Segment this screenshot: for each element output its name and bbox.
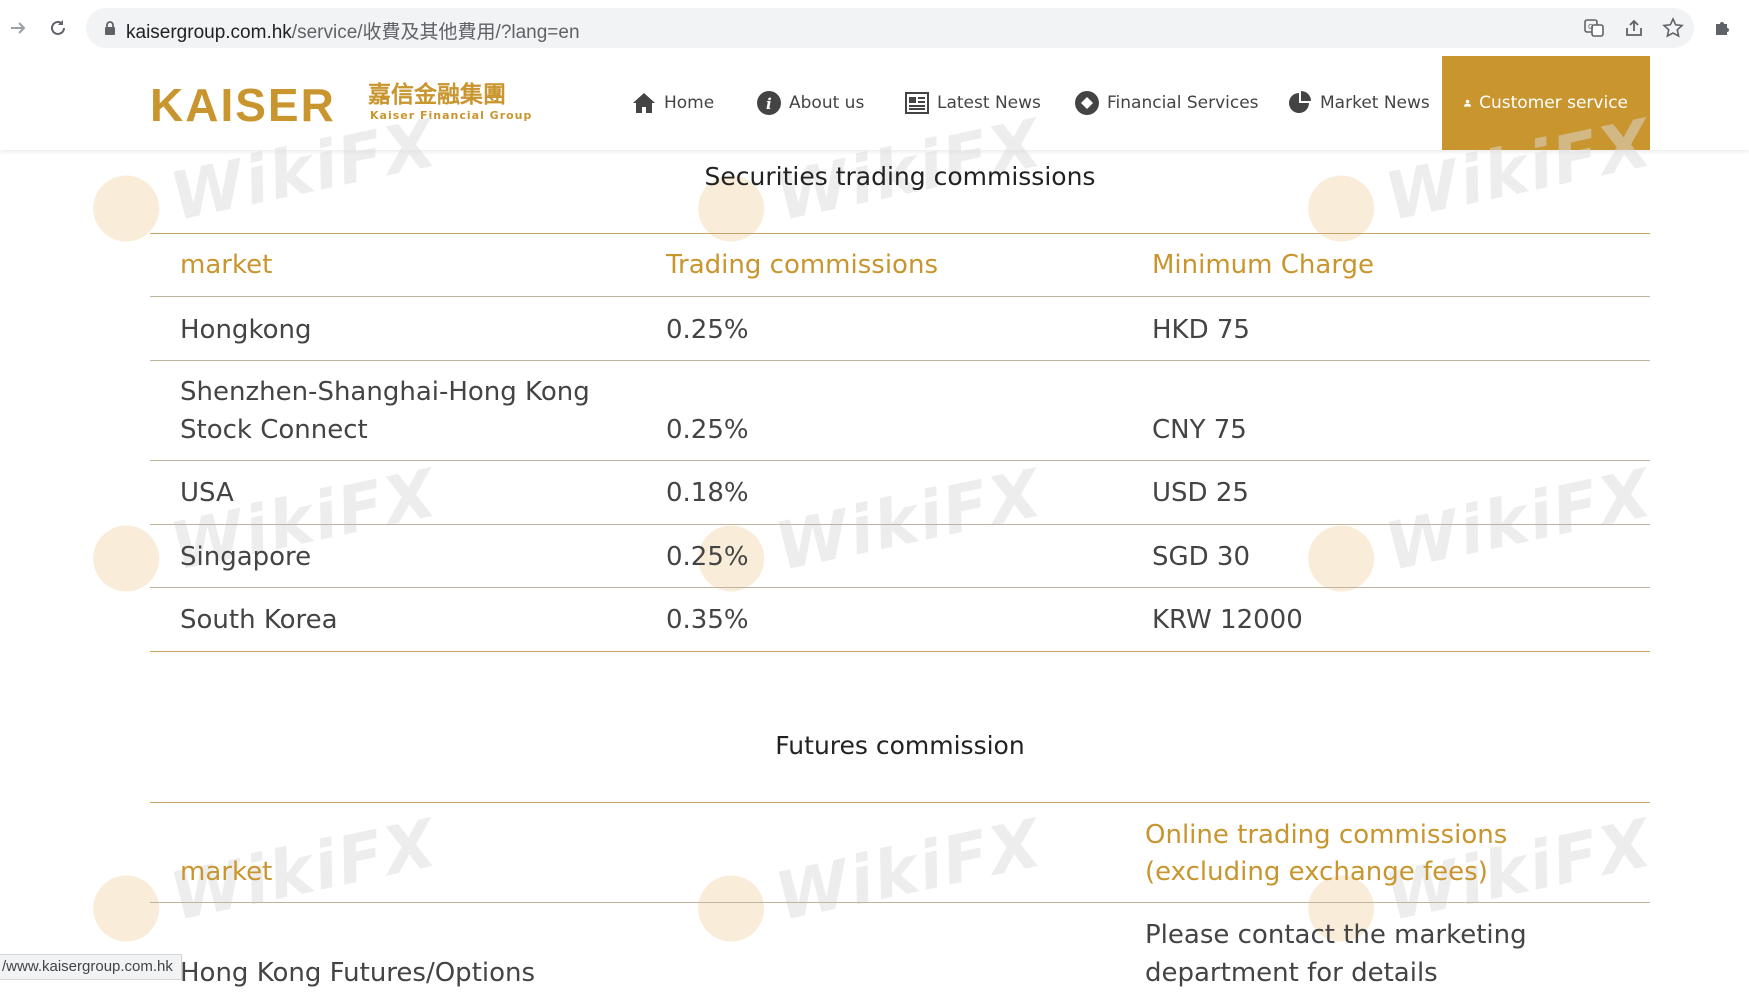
arrow-right-icon [11,22,26,34]
cell-min-charge: HKD 75 [1152,315,1250,345]
header-online-commissions-line2: (excluding exchange fees) [1145,857,1488,887]
cell-min-charge: CNY 75 [1152,415,1247,445]
nav-market-news[interactable]: Market News [1288,56,1430,150]
reload-icon [51,20,65,35]
header-online-commissions-line1: Online trading commissions [1145,820,1508,850]
extensions-button[interactable] [1708,14,1736,42]
table-rule [150,902,1650,903]
table-rule [150,587,1650,588]
cell-market: Hongkong [180,315,312,345]
cell-commission: 0.18% [666,478,749,508]
cell-commission-line1: Please contact the marketing [1145,920,1527,950]
cell-min-charge: USD 25 [1152,478,1249,508]
svg-text:G: G [1588,23,1593,31]
header-market: market [180,250,273,280]
futures-title: Futures commission [775,731,1025,760]
nav-market-news-label: Market News [1320,93,1430,113]
cell-commission: 0.25% [666,542,749,572]
diamond-icon [1075,91,1099,115]
url-text[interactable]: kaisergroup.com.hk/service/收費及其他費用/?lang… [126,17,580,44]
nav-customer-service[interactable]: Customer service [1442,56,1650,150]
cell-commission: 0.25% [666,415,749,445]
watermark: WikiFX [86,454,444,602]
pie-chart-icon [1289,91,1311,113]
home-icon [633,93,655,113]
share-icon[interactable] [1623,17,1645,39]
cell-market: Hong Kong Futures/Options [180,958,536,988]
url-host: kaisergroup.com.hk [126,22,292,43]
nav-latest-news[interactable]: Latest News [905,56,1041,150]
status-url-bubble: /www.kaisergroup.com.hk [0,954,182,980]
table-rule [150,296,1650,297]
svg-text:i: i [766,95,772,113]
table-rule [150,524,1650,525]
logo-chinese-name: 嘉信金融集團 [368,82,506,108]
nav-about-us-label: About us [789,93,865,113]
cell-commission-line2: department for details [1145,958,1438,988]
cell-market-line2: Stock Connect [180,415,368,445]
reload-button[interactable] [44,14,72,42]
cell-min-charge: SGD 30 [1152,542,1251,572]
nav-about-us[interactable]: i About us [757,56,864,150]
nav-customer-service-label: Customer service [1479,93,1628,113]
nav-financial-services[interactable]: Financial Services [1075,56,1259,150]
nav-home[interactable]: Home [632,56,714,150]
nav-home-label: Home [664,93,715,113]
table-rule [150,360,1650,361]
browser-toolbar: kaisergroup.com.hk/service/收費及其他費用/?lang… [0,0,1749,57]
watermark: WikiFX [691,804,1049,952]
newspaper-icon [905,92,929,114]
watermark: WikiFX [1301,454,1659,602]
securities-title: Securities trading commissions [704,162,1096,191]
puzzle-icon [1716,22,1729,35]
header-market: market [180,857,273,887]
user-icon [1464,99,1472,107]
forward-button[interactable] [4,14,32,42]
table-rule [150,233,1650,234]
logo-english-name: Kaiser Financial Group [370,109,533,122]
cell-commission: 0.35% [666,605,749,635]
cell-min-charge: KRW 12000 [1152,605,1303,635]
nav-financial-services-label: Financial Services [1107,93,1259,113]
site-header: KAISER 嘉信金融集團 Kaiser Financial Group Hom… [0,56,1749,150]
bookmark-star-icon[interactable] [1662,17,1684,39]
header-minimum-charge: Minimum Charge [1152,250,1375,280]
cell-market: Singapore [180,542,312,572]
cell-market: South Korea [180,605,338,635]
translate-icon[interactable]: G [1583,17,1605,39]
logo[interactable]: KAISER 嘉信金融集團 Kaiser Financial Group [150,78,531,132]
table-rule [150,460,1650,461]
cell-market: USA [180,478,234,508]
cell-commission: 0.25% [666,315,749,345]
cell-market-line1: Shenzhen-Shanghai-Hong Kong [180,377,590,407]
info-icon: i [757,91,781,115]
url-path: /service/收費及其他費用/?lang=en [291,22,580,43]
nav-latest-news-label: Latest News [937,93,1041,113]
logo-text: KAISER [150,79,336,131]
lock-icon [105,21,115,35]
header-trading-commissions: Trading commissions [666,250,938,280]
table-rule [150,802,1650,803]
address-bar[interactable]: kaisergroup.com.hk/service/收費及其他費用/?lang… [86,8,1694,48]
table-rule [150,651,1650,652]
